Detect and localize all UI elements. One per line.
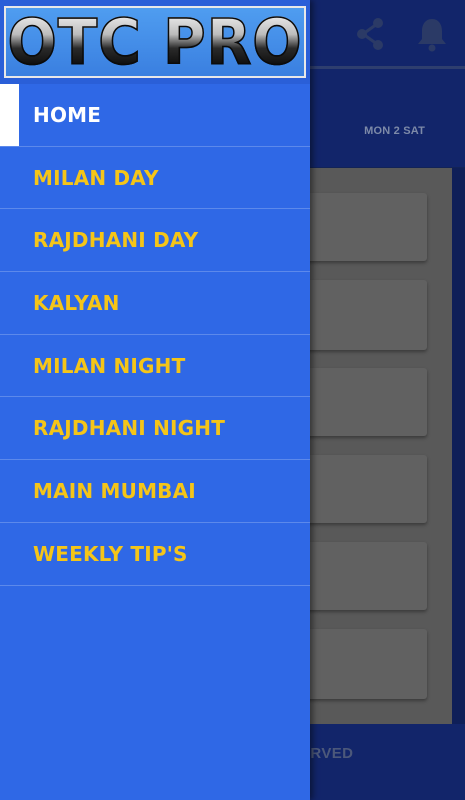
- menu-item-label: RAJDHANI DAY: [33, 228, 199, 253]
- menu-item-rajdhani-night[interactable]: RAJDHANI NIGHT: [0, 397, 310, 461]
- drawer-menu: HOME MILAN DAY RAJDHANI DAY KALYAN MILAN NIG…: [0, 84, 310, 586]
- menu-item-label: RAJDHANI NIGHT: [33, 416, 226, 441]
- share-icon[interactable]: [350, 14, 390, 54]
- menu-item-weekly-tip-s[interactable]: WEEKLY TIP'S: [0, 523, 310, 586]
- menu-item-home[interactable]: HOME: [0, 84, 310, 147]
- logo-text: OTC PRO: [7, 6, 303, 78]
- day-range-label: MON 2 SAT: [364, 125, 425, 137]
- content-edge: [452, 168, 465, 724]
- bell-icon[interactable]: [412, 14, 452, 54]
- navigation-drawer: OTC PRO HOME MILAN DAY RAJDHANI DAY KALYAN M…: [0, 0, 310, 800]
- menu-item-kalyan[interactable]: KALYAN: [0, 272, 310, 335]
- app-logo: OTC PRO: [4, 6, 306, 78]
- menu-item-main-mumbai[interactable]: MAIN MUMBAI: [0, 460, 310, 523]
- menu-item-label: MAIN MUMBAI: [33, 478, 196, 503]
- menu-item-milan-night[interactable]: MILAN NIGHT: [0, 335, 310, 398]
- active-indicator: [0, 84, 19, 146]
- menu-item-label: WEEKLY TIP'S: [33, 541, 188, 566]
- menu-item-milan-day[interactable]: MILAN DAY: [0, 147, 310, 210]
- drawer-header: OTC PRO: [0, 0, 310, 84]
- menu-item-label: HOME: [33, 102, 102, 127]
- menu-item-label: MILAN NIGHT: [33, 353, 186, 378]
- menu-item-rajdhani-day[interactable]: RAJDHANI DAY: [0, 209, 310, 273]
- menu-item-label: MILAN DAY: [33, 165, 159, 190]
- menu-item-label: KALYAN: [33, 290, 120, 315]
